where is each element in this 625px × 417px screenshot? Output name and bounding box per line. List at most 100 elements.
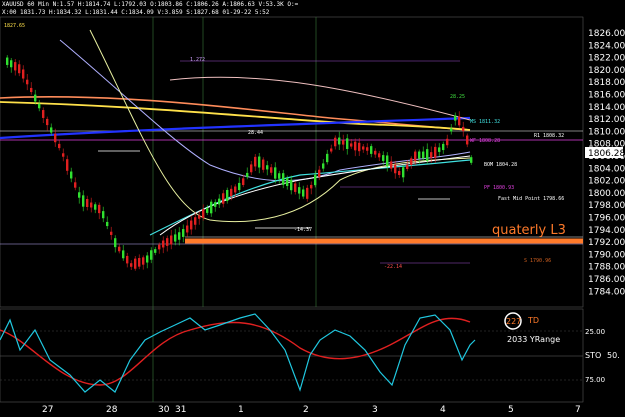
candle-body	[258, 156, 261, 168]
label-ms: MS 1811.32	[470, 119, 500, 125]
price-tick-label: 1812.00	[588, 115, 625, 125]
candle-body	[174, 234, 177, 242]
price-tick-label: 1786.00	[588, 275, 625, 285]
candle-body	[6, 57, 9, 65]
candle-body	[42, 110, 45, 118]
candle-body	[266, 165, 269, 170]
label-r1: R1 1808.32	[534, 133, 564, 139]
price-tick-label: 1814.00	[588, 103, 625, 113]
candle-body	[78, 192, 81, 198]
sto-fast-line	[0, 313, 476, 393]
candle-body	[282, 173, 285, 185]
price-tick-label: 1800.00	[588, 189, 625, 199]
candle-body	[374, 150, 377, 155]
candle-body	[154, 249, 157, 253]
label-s1: S 1790.96	[524, 258, 551, 264]
candle-body	[218, 198, 221, 205]
candle-body	[54, 133, 57, 143]
candle-body	[158, 244, 161, 250]
price-tick-label: 1824.00	[588, 41, 625, 51]
price-tick-label: 1792.00	[588, 238, 625, 248]
candle-body	[202, 209, 205, 218]
candle-body	[298, 187, 301, 194]
candle-body	[90, 202, 93, 208]
oscillator-levels	[0, 330, 583, 381]
candle-body	[358, 142, 361, 152]
candle-body	[58, 143, 61, 149]
candle-body	[330, 148, 333, 152]
label-lower-1: -14.37	[294, 227, 312, 233]
label-lower-2: -22.14	[384, 264, 402, 270]
candle-body	[390, 161, 393, 169]
price-tick-label: 1822.00	[588, 54, 625, 64]
candle-body	[118, 246, 121, 252]
candle-body	[382, 155, 385, 161]
candle-body	[26, 79, 29, 85]
candle-body	[230, 188, 233, 197]
candle-body	[294, 183, 297, 192]
candle-body	[402, 167, 405, 178]
candle-body	[278, 173, 281, 179]
candle-body	[326, 153, 329, 163]
candle-body	[470, 157, 473, 163]
candle-body	[14, 62, 17, 71]
time-tick-label: 7	[575, 405, 581, 415]
sto-level-75: 75.00	[585, 376, 605, 384]
day-separators	[152, 17, 317, 402]
price-level-labels: 1827.65 1.272 28.44 MS 1811.32 WF 1808.2…	[4, 23, 564, 270]
price-chart[interactable]: 1826.00 1824.00 1822.00 1820.00 1818.00 1816.…	[0, 0, 625, 417]
candle-body	[438, 147, 441, 152]
candle-body	[262, 159, 265, 170]
candle-body	[450, 128, 453, 132]
candle-body	[462, 126, 465, 132]
candle-body	[246, 172, 249, 178]
candle-body	[110, 231, 113, 235]
yrange-label: 2033 YRange	[507, 335, 560, 344]
price-tick-label: 1818.00	[588, 78, 625, 88]
sto-value: 50.	[607, 351, 620, 360]
candle-body	[274, 167, 277, 179]
candle-body	[362, 146, 365, 150]
time-tick-label: 3	[372, 405, 378, 415]
candle-body	[394, 164, 397, 174]
candle-body	[34, 94, 37, 102]
candle-body	[102, 211, 105, 219]
candle-body	[210, 201, 213, 214]
candle-body	[322, 163, 325, 169]
candle-body	[166, 238, 169, 246]
label-wf: WF 1808.28	[470, 138, 500, 144]
candle-body	[114, 238, 117, 248]
price-tick-label: 1784.00	[588, 287, 625, 297]
candle-body	[238, 182, 241, 191]
candle-body	[414, 151, 417, 162]
candle-body	[194, 217, 197, 225]
time-tick-label: 31	[175, 405, 186, 415]
candle-body	[178, 232, 181, 240]
candle-body	[310, 184, 313, 189]
candle-body	[370, 146, 373, 154]
candle-body	[446, 138, 449, 146]
candle-body	[142, 257, 145, 265]
price-tick-label: 1810.00	[588, 127, 625, 137]
sto-level-25: 25.00	[585, 328, 605, 336]
current-price: 1806.28	[588, 149, 625, 159]
label-level-1: 1.272	[190, 57, 205, 63]
price-tick-label: 1816.00	[588, 91, 625, 101]
label-mid-1: 28.44	[248, 130, 263, 136]
candle-body	[466, 135, 469, 145]
candle-body	[138, 258, 141, 267]
candle-body	[86, 199, 89, 207]
candle-body	[306, 187, 309, 199]
candle-body	[378, 153, 381, 158]
candle-body	[126, 255, 129, 264]
candle-body	[442, 143, 445, 151]
candle-body	[410, 158, 413, 165]
candle-body	[10, 60, 13, 68]
candle-body	[66, 159, 69, 171]
candle-body	[122, 250, 125, 259]
candle-body	[18, 64, 21, 74]
candle-body	[106, 221, 109, 227]
time-tick-label: 1	[238, 405, 244, 415]
candle-body	[46, 118, 49, 126]
candle-body	[226, 189, 229, 202]
